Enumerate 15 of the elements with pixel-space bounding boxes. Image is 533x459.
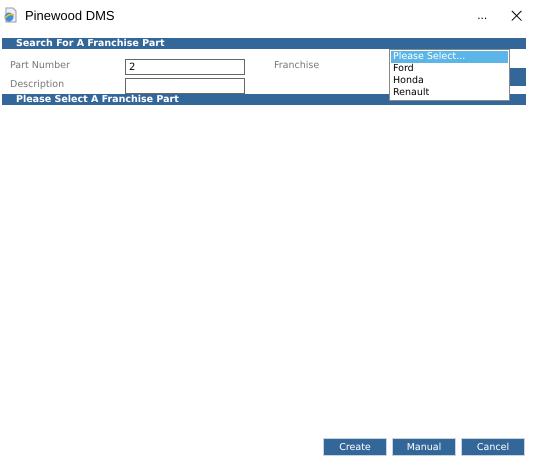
app-icon xyxy=(3,7,18,23)
field-label: Franchise xyxy=(274,59,320,73)
dropdown-option[interactable]: Ford xyxy=(391,63,508,75)
dropdown-option[interactable]: Honda xyxy=(391,75,508,87)
close-button[interactable]: × xyxy=(508,7,525,23)
field-label: Description xyxy=(10,78,66,92)
more-button[interactable]: ... xyxy=(477,8,488,22)
action-button[interactable]: Cancel xyxy=(461,438,525,456)
section-header: Search For A Franchise Part xyxy=(2,38,526,49)
window-title: Pinewood DMS xyxy=(25,8,116,22)
action-button[interactable]: Manual xyxy=(392,438,456,456)
action-button[interactable]: Create xyxy=(323,438,387,456)
part-number-field[interactable]: 2 xyxy=(125,59,245,75)
field-label: Part Number xyxy=(10,59,71,73)
description-field[interactable] xyxy=(125,78,245,94)
